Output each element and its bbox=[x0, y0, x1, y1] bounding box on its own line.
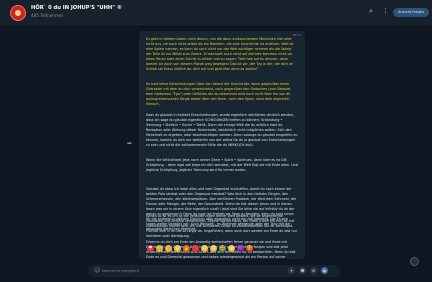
reaction-bar: ❤ 🙏 👍 ☺ 🔥 💯 😊 😍 🤩 😀 💜 🥰 bbox=[147, 244, 253, 252]
composer-placeholder[interactable]: Nachricht eingeben bbox=[102, 268, 139, 273]
channel-avatar[interactable] bbox=[10, 5, 26, 21]
reaction-chip[interactable]: 💜 bbox=[237, 244, 244, 252]
user-avatar[interactable] bbox=[410, 257, 419, 266]
message-paragraph: Wenn die Wirklichkeit jetzt nach seiner … bbox=[146, 158, 298, 172]
message-paragraph: So hast keine Entscheidungen über den Ab… bbox=[146, 82, 291, 106]
search-icon[interactable]: ⌕ bbox=[369, 8, 373, 15]
reaction-chip[interactable]: ☺ bbox=[174, 244, 181, 252]
message-paragraph: Genau so ist es um all die Veränderungen… bbox=[146, 214, 298, 238]
reaction-chip[interactable]: 🔥 bbox=[183, 244, 190, 252]
message-composer[interactable]: ☺ Nachricht eingeben ✦ ☻ ⊕ ● bbox=[88, 265, 341, 277]
message-bubble: 18:21 Es geht in diesem Leben nicht daru… bbox=[139, 31, 305, 259]
more-icon[interactable]: ⋮ bbox=[382, 8, 389, 15]
share-icon[interactable]: ➦ bbox=[127, 140, 132, 147]
reaction-chip[interactable]: 😀 bbox=[228, 244, 235, 252]
attach-icon[interactable]: ⊕ bbox=[310, 267, 317, 274]
message-paragraph: Dass du glaubst in indirekt Entscheidung… bbox=[146, 113, 298, 147]
emoji-icon[interactable]: ☻ bbox=[299, 267, 306, 274]
chat-header: HÖR` 0 du IN JOHUP'S "UHH" ® 485 Teilneh… bbox=[0, 0, 432, 27]
mic-icon[interactable]: ● bbox=[321, 267, 328, 274]
reaction-chip[interactable]: ❤ bbox=[147, 244, 154, 252]
reaction-chip[interactable]: 👍 bbox=[165, 244, 172, 252]
reaction-chip[interactable]: 💯 bbox=[192, 244, 199, 252]
reaction-chip[interactable]: 🤩 bbox=[219, 244, 226, 252]
channel-subtitle: 485 Teilnehmer bbox=[31, 13, 64, 18]
message-paragraph: Es geht in diesem Leben nicht darum, nun… bbox=[146, 37, 294, 71]
sticker-icon[interactable]: ☺ bbox=[94, 267, 100, 274]
channel-title[interactable]: HÖR` 0 du IN JOHUP'S "UHH" ® bbox=[31, 5, 122, 11]
reaction-chip[interactable]: 😊 bbox=[201, 244, 208, 252]
ask-button[interactable]: Ansicht fragen bbox=[393, 8, 430, 17]
gift-icon[interactable]: ✦ bbox=[288, 267, 295, 274]
reaction-chip[interactable]: 🙏 bbox=[156, 244, 163, 252]
reaction-chip[interactable]: 😍 bbox=[210, 244, 217, 252]
reaction-chip[interactable]: 🥰 bbox=[246, 244, 253, 252]
